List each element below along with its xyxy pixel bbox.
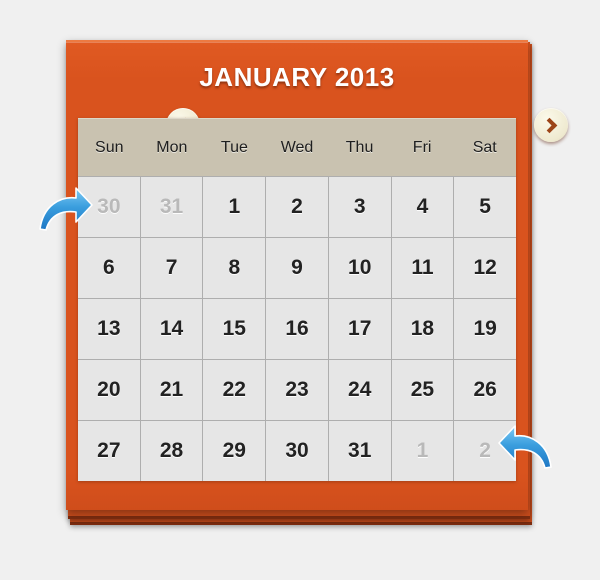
weekday-header-row: Sun Mon Tue Wed Thu Fri Sat: [78, 118, 516, 176]
day-cell[interactable]: 29: [203, 421, 266, 481]
weekday-header-fri: Fri: [412, 138, 432, 156]
day-cell[interactable]: 22: [203, 360, 266, 420]
day-cell[interactable]: 17: [328, 299, 391, 359]
calendar-header: JANUARY 2013: [66, 42, 528, 114]
day-cell[interactable]: 16: [266, 299, 328, 359]
day-cell[interactable]: 19: [454, 299, 516, 359]
day-cell[interactable]: 1: [391, 421, 454, 481]
chevron-right-icon: [541, 117, 557, 133]
day-cell[interactable]: 2: [454, 421, 516, 481]
day-cell[interactable]: 7: [140, 238, 203, 298]
day-cell[interactable]: 4: [391, 177, 454, 237]
day-cell[interactable]: 9: [266, 238, 328, 298]
weekday-header-wed: Wed: [280, 138, 314, 156]
day-cell[interactable]: 30: [78, 177, 140, 237]
day-cell[interactable]: 1: [203, 177, 266, 237]
day-cell[interactable]: 20: [78, 360, 140, 420]
day-cell[interactable]: 26: [454, 360, 516, 420]
day-cell[interactable]: 14: [140, 299, 203, 359]
calendar-stage: JANUARY 2013 Sun Mon Tue Wed Thu Fri Sat 30 31 1…: [0, 0, 600, 580]
day-cell[interactable]: 8: [203, 238, 266, 298]
weekday-header-sun: Sun: [95, 138, 124, 156]
weekday-header-sat: Sat: [472, 138, 497, 156]
day-cell[interactable]: 6: [78, 238, 140, 298]
month-year-title: JANUARY 2013: [199, 62, 395, 92]
day-cell[interactable]: 3: [328, 177, 391, 237]
calendar-widget: JANUARY 2013 Sun Mon Tue Wed Thu Fri Sat 30 31 1…: [66, 40, 568, 510]
day-cell[interactable]: 5: [454, 177, 516, 237]
day-cell[interactable]: 12: [454, 238, 516, 298]
day-cell[interactable]: 27: [78, 421, 140, 481]
day-cell[interactable]: 11: [391, 238, 454, 298]
day-cell[interactable]: 25: [391, 360, 454, 420]
weekday-header-tue: Tue: [220, 138, 248, 156]
day-cell[interactable]: 30: [266, 421, 328, 481]
day-cell[interactable]: 21: [140, 360, 203, 420]
day-cell[interactable]: 23: [266, 360, 328, 420]
weekday-header-thu: Thu: [345, 138, 374, 156]
day-cell[interactable]: 24: [328, 360, 391, 420]
day-cell[interactable]: 31: [328, 421, 391, 481]
weekday-header-mon: Mon: [156, 138, 188, 156]
calendar-grid: Sun Mon Tue Wed Thu Fri Sat 30 31 1 2 3 4 5 6 7 8 9 10 11 1…: [78, 118, 516, 481]
next-month-button[interactable]: [534, 108, 568, 142]
day-cell[interactable]: 13: [78, 299, 140, 359]
day-cell[interactable]: 15: [203, 299, 266, 359]
day-cell[interactable]: 18: [391, 299, 454, 359]
days-grid: 30 31 1 2 3 4 5 6 7 8 9 10 11 12 13 14 15 16 17 18 19 20 21 22 2…: [78, 176, 516, 481]
day-cell[interactable]: 31: [140, 177, 203, 237]
day-cell[interactable]: 10: [328, 238, 391, 298]
day-cell[interactable]: 2: [266, 177, 328, 237]
day-cell[interactable]: 28: [140, 421, 203, 481]
